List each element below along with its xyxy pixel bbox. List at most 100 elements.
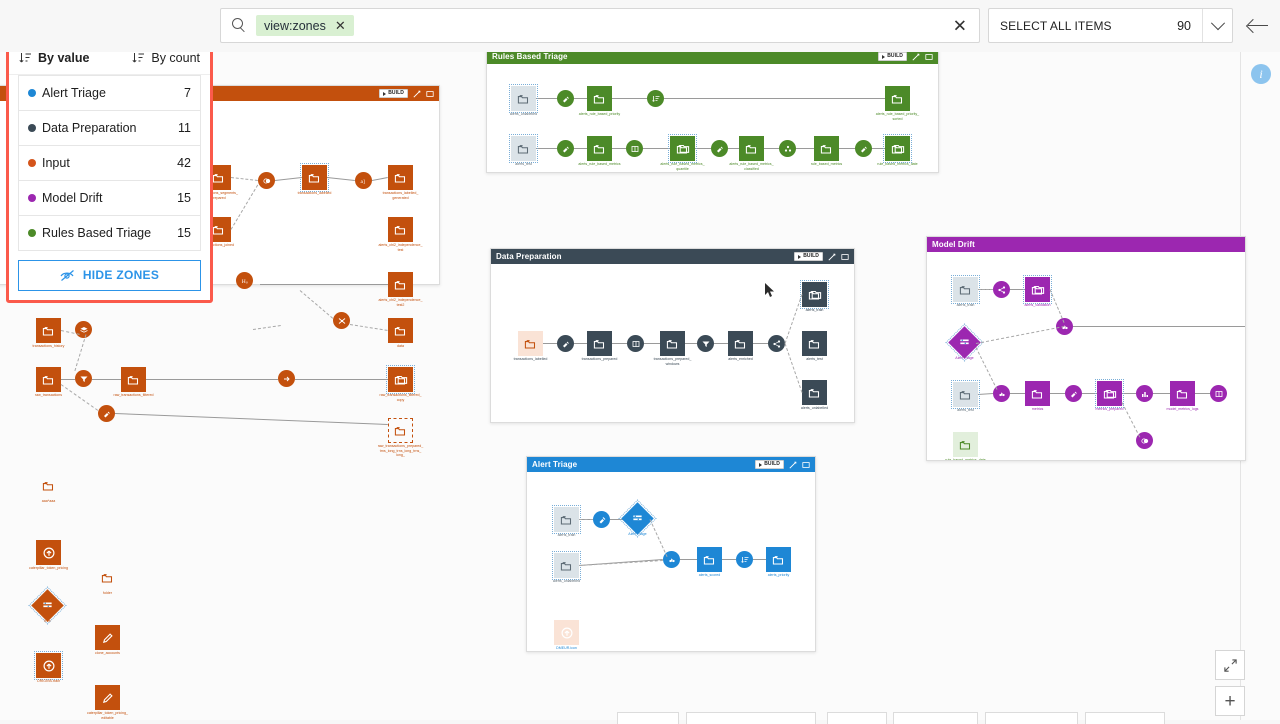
dataset-box[interactable] [587, 86, 612, 111]
dataset-node[interactable]: alerts_priority [766, 547, 791, 577]
dataset-node[interactable]: alerts_unlabelled [509, 84, 538, 116]
dataset-node[interactable]: transactions_history [33, 318, 64, 348]
dataset-node[interactable]: transactions_prepared [582, 331, 617, 361]
select-all-items-caret[interactable] [1202, 9, 1232, 42]
recipe-node[interactable] [278, 370, 295, 387]
dataset-node[interactable]: alerts_train [800, 280, 829, 312]
dataset-box[interactable] [300, 163, 329, 192]
bottom-toolbar-item[interactable] [893, 712, 978, 724]
dataset-box[interactable] [386, 365, 415, 394]
recipe-node[interactable] [333, 312, 350, 329]
dataset-node[interactable]: alerts_train [951, 275, 980, 307]
dataset-node[interactable]: metrics [1025, 381, 1050, 411]
bottom-toolbar-item[interactable] [827, 712, 887, 724]
upload-node[interactable]: DMEUR.icon [554, 620, 579, 650]
recipe-node[interactable]: H0 [236, 272, 253, 289]
dataset-box[interactable] [953, 432, 978, 457]
model-node[interactable]: Alert Triage [618, 499, 657, 538]
info-icon[interactable]: i [1251, 64, 1271, 84]
recipe-circle[interactable] [993, 281, 1010, 298]
recipe-circle[interactable] [768, 335, 785, 352]
recipe-node[interactable] [1210, 385, 1227, 402]
clear-search-icon[interactable]: ✕ [953, 17, 967, 34]
dataset-node[interactable]: raw_transactions [35, 367, 62, 397]
dataset-box[interactable] [697, 547, 722, 572]
search-filter-chip[interactable]: view:zones ✕ [256, 15, 354, 36]
zone-list-item[interactable]: Rules Based Triage 15 [18, 215, 201, 251]
model-node[interactable]: Alert Triage [945, 323, 984, 362]
dataset-box[interactable] [885, 86, 910, 111]
fit-to-screen-button[interactable] [1215, 650, 1245, 680]
recipe-circle[interactable] [98, 405, 115, 422]
dataset-node[interactable]: transactions_prepared_windows [654, 331, 691, 366]
dataset-node[interactable]: alerts_unlabelled [801, 380, 828, 410]
dataset-box[interactable] [1170, 381, 1195, 406]
edit-node[interactable]: caterpillar_token_pricing_editable [87, 685, 128, 720]
upload-node[interactable]: ORIGINS.train [34, 651, 63, 683]
recipe-circle[interactable] [711, 140, 728, 157]
search-input[interactable]: view:zones ✕ ✕ [220, 8, 980, 43]
dataset-box[interactable] [728, 331, 753, 356]
zone-list-item[interactable]: Input 42 [18, 145, 201, 181]
zones-panel[interactable]: Zones ? By value By count Alert Triage7D… [9, 9, 210, 300]
upload-shape[interactable] [554, 620, 579, 645]
dataset-box[interactable] [552, 505, 581, 534]
dataset-node[interactable]: transactions_labelled [514, 331, 547, 361]
upload-shape[interactable] [34, 651, 63, 680]
recipe-node[interactable] [1136, 385, 1153, 402]
recipe-circle[interactable] [736, 551, 753, 568]
recipe-node[interactable] [768, 335, 785, 352]
dataset-box[interactable] [951, 380, 980, 409]
search-filter-chip-remove-icon[interactable]: ✕ [335, 19, 346, 32]
recipe-circle[interactable] [278, 370, 295, 387]
recipe-circle[interactable] [855, 140, 872, 157]
bottom-toolbar-item[interactable] [686, 712, 816, 724]
dataset-node[interactable]: alerts_unlabelled [552, 551, 581, 583]
dataset-box[interactable] [814, 136, 839, 161]
folder-shape[interactable] [95, 565, 120, 590]
dataset-node[interactable]: alerts_test [509, 134, 538, 166]
model-diamond[interactable] [28, 586, 67, 625]
recipe-node[interactable] [557, 90, 574, 107]
dataset-box[interactable] [802, 380, 827, 405]
recipe-circle[interactable] [697, 335, 714, 352]
dataset-node[interactable]: rule_based_metrics_date [877, 134, 918, 166]
folder-node[interactable]: aaa*aaa [36, 473, 61, 503]
recipe-circle[interactable] [779, 140, 796, 157]
dataset-node[interactable]: alerts_test [951, 380, 980, 412]
recipe-node[interactable] [557, 140, 574, 157]
dataset-node[interactable]: transactions_labelled_generated [383, 165, 418, 200]
dataset-box[interactable] [587, 331, 612, 356]
dataset-box[interactable] [951, 275, 980, 304]
recipe-node[interactable] [557, 335, 574, 352]
recipe-circle[interactable] [647, 90, 664, 107]
dataset-node[interactable]: alerts_rule_based_metrics_classified [729, 136, 774, 171]
recipe-node[interactable] [627, 335, 644, 352]
recipe-circle[interactable] [627, 335, 644, 352]
recipe-node[interactable] [75, 321, 92, 338]
wand-icon[interactable] [912, 52, 920, 61]
dataset-node[interactable]: alerts_rule_based_priority [579, 86, 620, 116]
folder-shape[interactable] [36, 473, 61, 498]
dataset-box[interactable] [388, 318, 413, 343]
recipe-node[interactable] [647, 90, 664, 107]
dataset-box[interactable] [802, 331, 827, 356]
recipe-circle[interactable]: a] [355, 172, 372, 189]
recipe-node[interactable] [779, 140, 796, 157]
recipe-circle[interactable] [75, 370, 92, 387]
recipe-node[interactable] [697, 335, 714, 352]
zone-model-drift[interactable]: Model Drift alerts_train alerts_validatio… [926, 236, 1246, 461]
dataset-box[interactable] [587, 136, 612, 161]
dataset-box[interactable] [1025, 381, 1050, 406]
zone-data-preparation[interactable]: Data Preparation BUILD transactions_labe… [490, 248, 855, 423]
dataset-node[interactable]: alerts_scored [697, 547, 722, 577]
folder-node[interactable]: folder [95, 565, 120, 595]
recipe-node[interactable]: a] [355, 172, 372, 189]
back-arrow-icon[interactable] [1248, 18, 1270, 34]
recipe-node[interactable] [855, 140, 872, 157]
window-icon[interactable] [925, 53, 933, 61]
dataset-node[interactable]: alerts_enriched [728, 331, 753, 361]
recipe-node[interactable] [626, 140, 643, 157]
recipe-node[interactable] [993, 281, 1010, 298]
edit-shape[interactable] [95, 685, 120, 710]
